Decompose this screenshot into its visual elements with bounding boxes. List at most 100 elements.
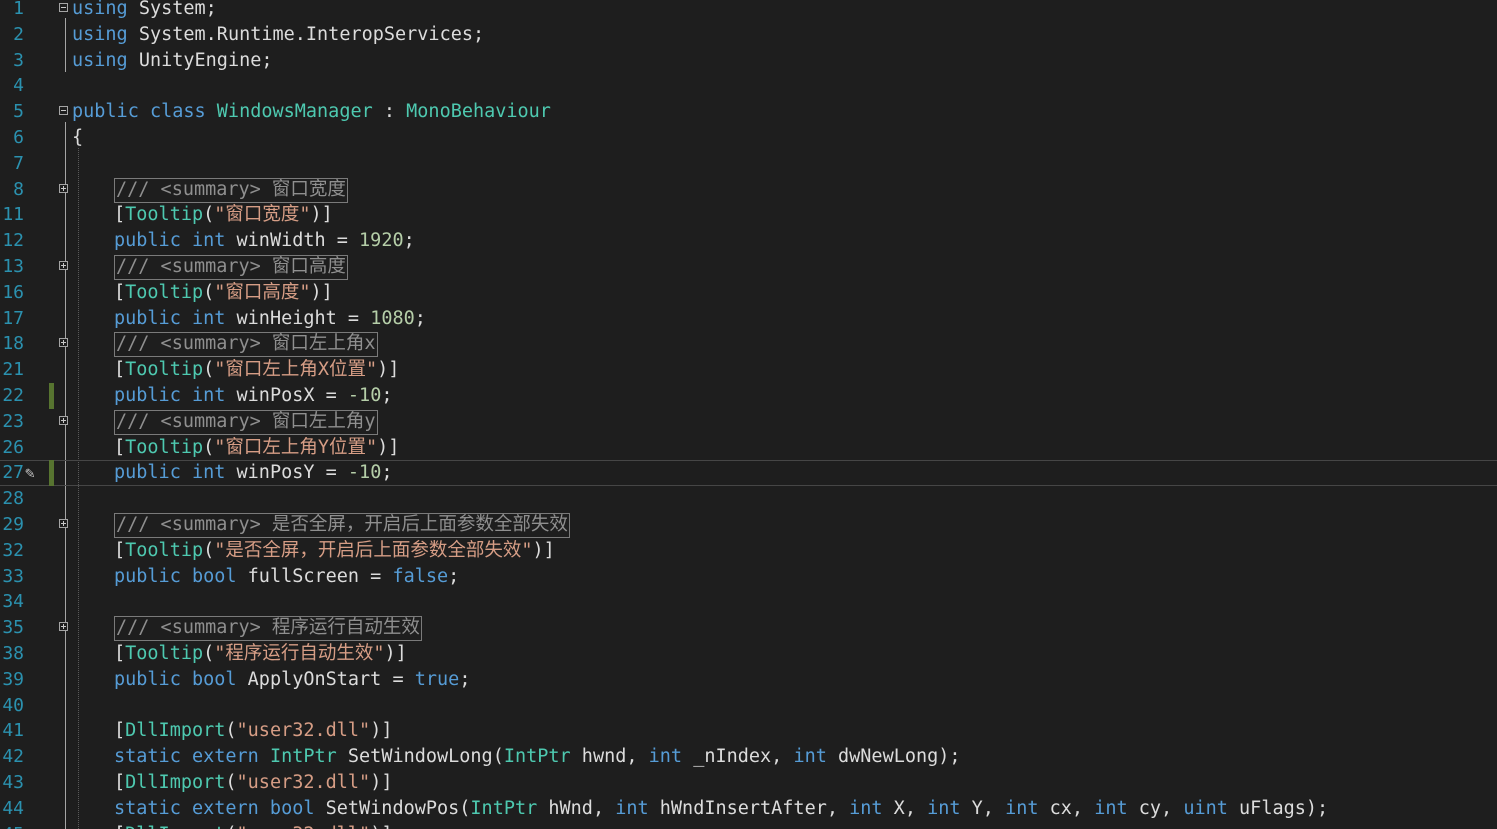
code-token: -10 xyxy=(347,462,382,484)
code-token: "user32.dll" xyxy=(237,824,371,829)
code-line[interactable]: 6{ xyxy=(0,125,1497,151)
collapse-icon[interactable] xyxy=(59,106,68,116)
code-line[interactable]: 21 [Tooltip("窗口左上角X位置")] xyxy=(0,357,1497,383)
code-line[interactable]: 4 xyxy=(0,73,1497,99)
code-token: hwnd, xyxy=(570,746,649,768)
code-line[interactable]: 23 /// <summary> 窗口左上角y xyxy=(0,409,1497,435)
code-line[interactable]: 40 xyxy=(0,693,1497,719)
code-token: ; xyxy=(381,462,393,484)
code-line[interactable]: 26 [Tooltip("窗口左上角Y位置")] xyxy=(0,435,1497,461)
line-number: 29 xyxy=(2,514,24,535)
expand-icon[interactable] xyxy=(59,183,68,193)
code-token: winPosY = xyxy=(225,462,348,484)
code-line[interactable]: 16 [Tooltip("窗口高度")] xyxy=(0,280,1497,306)
line-number: 26 xyxy=(2,436,24,458)
code-token: int xyxy=(927,797,961,819)
code-line[interactable]: 42 static extern IntPtr SetWindowLong(Int… xyxy=(0,744,1497,770)
code-token: public bool xyxy=(114,565,237,587)
line-number: 33 xyxy=(2,565,24,587)
code-token: Tooltip xyxy=(125,436,204,458)
line-number: 27 xyxy=(2,462,24,484)
code-token: DllImport xyxy=(125,772,226,793)
collapsed-summary[interactable]: /// <summary> 程序运行自动生效 xyxy=(114,616,422,642)
collapsed-summary[interactable]: /// <summary> 窗口左上角x xyxy=(114,332,378,358)
code-token: ; xyxy=(459,668,471,690)
code-line[interactable]: 2 using System.Runtime.InteropServices; xyxy=(0,22,1497,48)
code-token: Tooltip xyxy=(125,281,204,303)
code-token: )] xyxy=(310,204,333,226)
collapsed-summary[interactable]: /// <summary> 窗口高度 xyxy=(114,255,348,280)
code-text: public class WindowsManager : MonoBehavi… xyxy=(72,99,551,125)
code-token: public bool xyxy=(114,668,237,690)
code-token: [ xyxy=(114,359,126,381)
code-token: )] xyxy=(384,643,407,664)
code-token: ( xyxy=(225,824,236,829)
code-token: "user32.dll" xyxy=(236,720,371,742)
code-line[interactable]: 41 [DllImport("user32.dll")] xyxy=(0,718,1497,744)
expand-icon[interactable] xyxy=(59,519,68,528)
quick-actions-pencil-icon[interactable]: ✎ xyxy=(25,464,35,482)
code-line[interactable]: 32 [Tooltip("是否全屏，开启后上面参数全部失效")] xyxy=(0,538,1497,564)
code-text: [DllImport("user32.dll")] xyxy=(114,822,392,829)
code-token: ( xyxy=(203,281,215,303)
code-token: using xyxy=(72,49,128,71)
code-line[interactable]: 3 using UnityEngine; xyxy=(0,48,1497,74)
code-line[interactable]: 13 /// <summary> 窗口高度 xyxy=(0,254,1497,280)
code-token: )] xyxy=(370,720,393,742)
code-token: 1080 xyxy=(370,307,415,329)
code-line[interactable]: 34 xyxy=(0,589,1497,615)
code-editor[interactable]: 1 using System; 2 using System.Runtime.Inte… xyxy=(0,0,1497,829)
code-line[interactable]: 44 static extern bool SetWindowPos(IntPtr… xyxy=(0,796,1497,822)
code-line[interactable]: 12 public int winWidth = 1920; xyxy=(0,228,1497,254)
code-line[interactable]: 45 [DllImport("user32.dll")] xyxy=(0,822,1497,829)
line-number: 8 xyxy=(13,178,24,200)
change-marker xyxy=(49,460,54,487)
code-line[interactable]: 28 xyxy=(0,486,1497,512)
code-line[interactable]: 39 public bool ApplyOnStart = true; xyxy=(0,667,1497,693)
code-token: [ xyxy=(114,824,125,829)
code-token: [ xyxy=(114,436,126,458)
expand-icon[interactable] xyxy=(59,415,68,425)
code-line[interactable]: 27 ✎ public int winPosY = -10; xyxy=(0,460,1497,487)
expand-icon[interactable] xyxy=(59,261,68,270)
code-line[interactable]: 1 using System; xyxy=(0,0,1497,22)
code-line[interactable]: 33 public bool fullScreen = false; xyxy=(0,564,1497,590)
code-token: IntPtr xyxy=(269,746,337,768)
code-line[interactable]: 22 public int winPosX = -10; xyxy=(0,383,1497,409)
code-token: ; xyxy=(448,565,460,587)
code-token: ( xyxy=(225,772,237,793)
code-token: )] xyxy=(310,281,333,303)
code-line[interactable]: 29 /// <summary> 是否全屏，开启后上面参数全部失效 xyxy=(0,512,1497,538)
code-line[interactable]: 38 [Tooltip("程序运行自动生效")] xyxy=(0,641,1497,667)
code-line[interactable]: 43 [DllImport("user32.dll")] xyxy=(0,770,1497,796)
code-line[interactable]: 18 /// <summary> 窗口左上角x xyxy=(0,331,1497,358)
code-line[interactable]: 35 /// <summary> 程序运行自动生效 xyxy=(0,615,1497,642)
collapsed-summary[interactable]: /// <summary> 是否全屏，开启后上面参数全部失效 xyxy=(114,513,570,538)
code-token: )] xyxy=(370,772,393,793)
code-token: SetWindowPos( xyxy=(314,797,471,819)
collapse-icon[interactable] xyxy=(59,3,68,12)
code-line[interactable]: 8 /// <summary> 窗口宽度 xyxy=(0,177,1497,203)
line-number: 34 xyxy=(2,591,24,613)
expand-icon[interactable] xyxy=(59,622,68,632)
code-line[interactable]: 17 public int winHeight = 1080; xyxy=(0,306,1497,332)
code-token: fullScreen = xyxy=(236,565,393,587)
code-token: ; xyxy=(403,230,415,252)
line-number: 21 xyxy=(2,359,24,381)
code-token: false xyxy=(392,565,449,587)
code-token: true xyxy=(414,668,460,690)
line-number: 2 xyxy=(13,23,24,45)
collapsed-summary[interactable]: /// <summary> 窗口宽度 xyxy=(114,177,348,203)
code-token: Tooltip xyxy=(125,204,204,226)
code-line[interactable]: 7 xyxy=(0,151,1497,177)
collapsed-summary[interactable]: /// <summary> 窗口左上角y xyxy=(114,409,378,435)
code-line[interactable]: 11 [Tooltip("窗口宽度")] xyxy=(0,202,1497,228)
expand-icon[interactable] xyxy=(59,338,68,348)
code-token: uint xyxy=(1183,797,1228,819)
code-token: [ xyxy=(114,539,126,561)
code-token: winHeight = xyxy=(225,307,371,329)
code-token: IntPtr xyxy=(503,746,571,768)
code-line[interactable]: 5 public class WindowsManager : MonoBehav… xyxy=(0,99,1497,125)
code-token: System.Runtime.InteropServices; xyxy=(127,23,485,45)
